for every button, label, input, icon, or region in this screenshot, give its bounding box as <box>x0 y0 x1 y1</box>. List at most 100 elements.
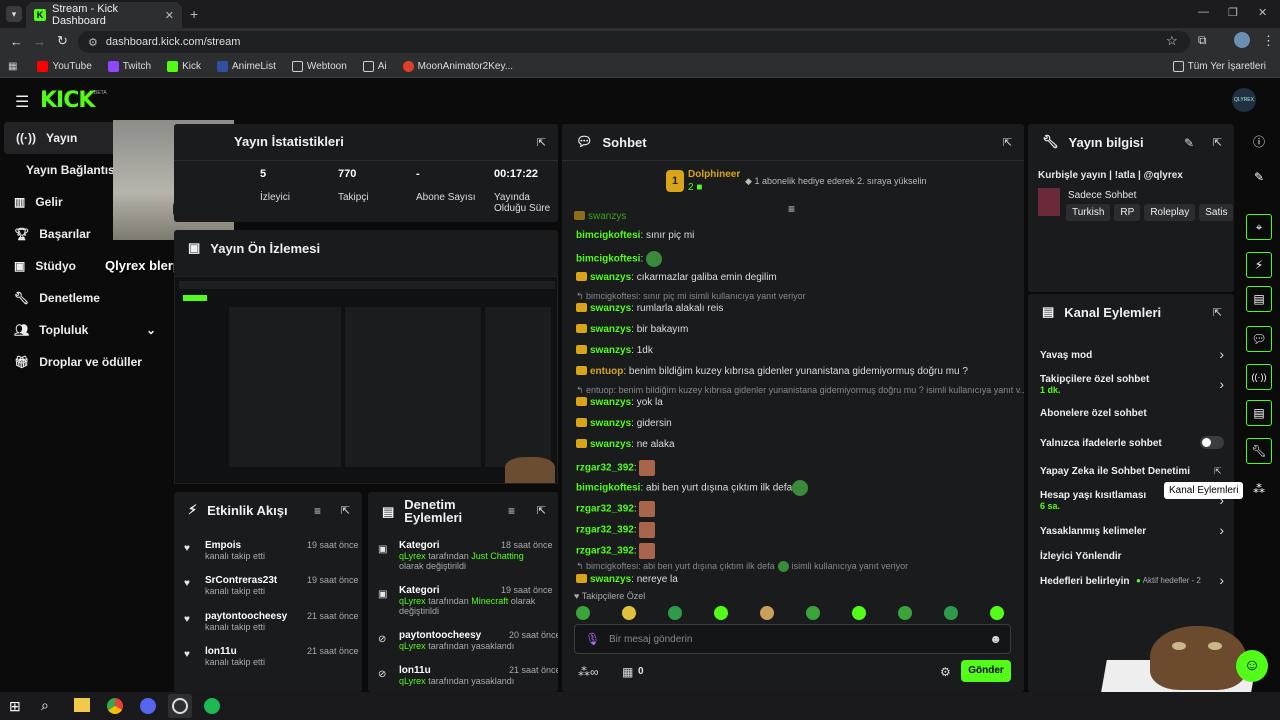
actions-icon[interactable]: ▤ <box>1246 400 1272 426</box>
emote-quick-pick[interactable] <box>898 606 912 620</box>
chat-username[interactable]: swanzys <box>590 345 631 356</box>
action-ai-moderation[interactable]: Yapay Zeka ile Sohbet Denetimi <box>1040 466 1190 477</box>
popout-icon[interactable]: ⇱ <box>537 504 546 517</box>
chat-username[interactable]: swanzys <box>590 574 631 585</box>
bookmark-webtoon[interactable]: Webtoon <box>286 61 353 72</box>
emote-quick-pick[interactable] <box>622 606 636 620</box>
tag[interactable]: Satis <box>1199 204 1234 221</box>
action-account-age[interactable]: Hesap yaşı kısıtlaması 6 sa. <box>1040 490 1146 511</box>
kick-logo[interactable]: KICK <box>40 88 95 113</box>
new-tab-icon[interactable]: + <box>190 6 198 22</box>
bookmark-star-icon[interactable]: ☆ <box>1166 33 1178 49</box>
popout-icon[interactable]: ⇱ <box>1213 136 1222 149</box>
minimize-icon[interactable]: — <box>1198 6 1209 18</box>
chat-username[interactable]: swanzys <box>590 303 631 314</box>
chevron-right-icon[interactable]: › <box>1219 572 1224 588</box>
close-window-icon[interactable]: ✕ <box>1258 6 1267 19</box>
action-raid[interactable]: İzleyici Yönlendir <box>1040 551 1122 562</box>
emotes-only-toggle[interactable] <box>1200 436 1224 449</box>
stream-preview-video[interactable] <box>174 276 558 484</box>
log-icon[interactable]: ▤ <box>1246 286 1272 312</box>
action-slow-mode[interactable]: Yavaş mod <box>1040 350 1092 361</box>
wrench-icon[interactable]: 🔧︎ <box>1246 438 1272 464</box>
lightning-icon[interactable]: ⚡︎ <box>1246 252 1272 278</box>
emote-quick-pick[interactable] <box>944 606 958 620</box>
store-icon[interactable]: ▦ <box>622 665 633 679</box>
emote-quick-pick[interactable] <box>760 606 774 620</box>
info-icon[interactable]: ⓘ <box>1246 128 1272 154</box>
site-info-icon[interactable]: ⚙ <box>88 36 98 49</box>
chat-username[interactable]: swanzys <box>590 397 631 408</box>
leaderboard-user[interactable]: Dolphineer <box>688 169 740 180</box>
emoji-picker-icon[interactable]: ☻ <box>989 632 1002 646</box>
bookmark-kick[interactable]: Kick <box>161 61 207 72</box>
emote-quick-pick[interactable] <box>806 606 820 620</box>
chat-username[interactable]: swanzys <box>590 272 631 283</box>
bookmark-moonanimator[interactable]: MoonAnimator2Key... <box>397 61 519 72</box>
apps-icon[interactable]: ▦ <box>8 61 17 72</box>
tag[interactable]: Turkish <box>1066 204 1111 221</box>
chat-username[interactable]: rzgar32_392 <box>576 525 634 536</box>
sidebar-item-denetleme[interactable]: 🔧︎ Denetleme <box>0 282 170 314</box>
popout-icon[interactable]: ⇱ <box>537 136 546 149</box>
chat-username[interactable]: bimcigkoftesi <box>576 483 640 494</box>
bookmark-animelist[interactable]: AnimeList <box>211 61 282 72</box>
expand-chevron-icon[interactable]: ≡ <box>788 202 795 216</box>
action-emotes-only[interactable]: Yalnızca ifadelerle sohbet <box>1040 438 1162 449</box>
spotify-icon[interactable] <box>204 698 220 714</box>
points-icon[interactable]: ⁂∞ <box>578 665 599 679</box>
chat-username[interactable]: swanzys <box>590 324 631 335</box>
chevron-right-icon[interactable]: › <box>1219 522 1224 538</box>
hamburger-icon[interactable]: ☰ <box>15 92 29 112</box>
chevron-down-icon[interactable]: ⌄ <box>146 323 156 337</box>
chat-username[interactable]: swanzys <box>590 418 631 429</box>
windows-start-icon[interactable]: ⊞ <box>9 698 21 715</box>
forward-icon[interactable]: → <box>33 34 46 49</box>
filter-icon[interactable]: ≡ <box>314 504 321 518</box>
chat-settings-icon[interactable]: ⚙ <box>940 665 951 679</box>
bookmark-youtube[interactable]: YouTube <box>31 61 97 72</box>
action-banned-words[interactable]: Yasaklanmış kelimeler <box>1040 526 1146 537</box>
popout-icon[interactable]: ⇱ <box>1003 136 1012 149</box>
edit-icon[interactable]: ✎ <box>1246 164 1272 190</box>
chat-username[interactable]: bimcigkoftesi <box>576 230 640 241</box>
sidebar-item-topluluk[interactable]: 👥︎ Topluluk ⌄ <box>0 314 170 346</box>
chat-username[interactable]: rzgar32_392 <box>576 463 634 474</box>
filter-icon[interactable]: ≡ <box>508 504 515 518</box>
emote-quick-pick[interactable] <box>576 606 590 620</box>
url-field[interactable]: ⚙ dashboard.kick.com/stream <box>78 31 1190 53</box>
search-icon[interactable]: ⌕ <box>41 697 49 714</box>
chevron-right-icon[interactable]: › <box>1219 346 1224 362</box>
community-icon[interactable]: ⁂ <box>1246 476 1272 502</box>
popout-icon[interactable]: ⇱ <box>1213 306 1222 319</box>
bookmark-twitch[interactable]: Twitch <box>102 61 157 72</box>
popout-icon[interactable]: ⇱ <box>341 504 350 517</box>
action-subscribers-only[interactable]: Abonelere özel sohbet <box>1040 408 1147 419</box>
extensions-icon[interactable]: ⧉ <box>1198 33 1207 48</box>
emote-quick-pick[interactable] <box>668 606 682 620</box>
chrome-icon[interactable] <box>107 698 123 714</box>
user-avatar[interactable]: QLYREX <box>1232 88 1256 112</box>
tag[interactable]: RP <box>1114 204 1141 221</box>
back-icon[interactable]: ← <box>10 34 23 49</box>
external-link-icon[interactable]: ⇱ <box>1214 466 1222 477</box>
emote-quick-pick[interactable] <box>852 606 866 620</box>
chat-input[interactable]: 🎙︎ Bir mesaj gönderin ☻ <box>574 624 1011 654</box>
broadcast-icon[interactable]: ((·)) <box>1246 364 1272 390</box>
browser-tab[interactable]: K Stream - Kick Dashboard ✕ <box>26 2 182 28</box>
chat-username[interactable]: swanzys <box>590 439 631 450</box>
bookmark-ai[interactable]: Ai <box>357 61 393 72</box>
sidebar-item-droplar[interactable]: 🎁︎ Droplar ve ödüller <box>0 346 170 378</box>
chat-icon[interactable]: 💬︎ <box>1246 326 1272 352</box>
support-chat-icon[interactable]: ☺ <box>1236 650 1268 682</box>
all-bookmarks[interactable]: Tüm Yer İşaretleri <box>1167 61 1272 72</box>
discord-icon[interactable] <box>140 698 156 714</box>
close-tab-icon[interactable]: ✕ <box>165 9 174 22</box>
chat-username[interactable]: bimcigkoftesi <box>576 254 640 265</box>
profile-avatar[interactable] <box>1234 32 1250 48</box>
emote-quick-pick[interactable] <box>714 606 728 620</box>
chat-username[interactable]: rzgar32_392 <box>576 504 634 515</box>
obs-icon[interactable] <box>168 694 192 718</box>
chat-username[interactable]: entuop <box>590 366 623 377</box>
category-name[interactable]: Sadece Sohbet <box>1068 190 1136 201</box>
